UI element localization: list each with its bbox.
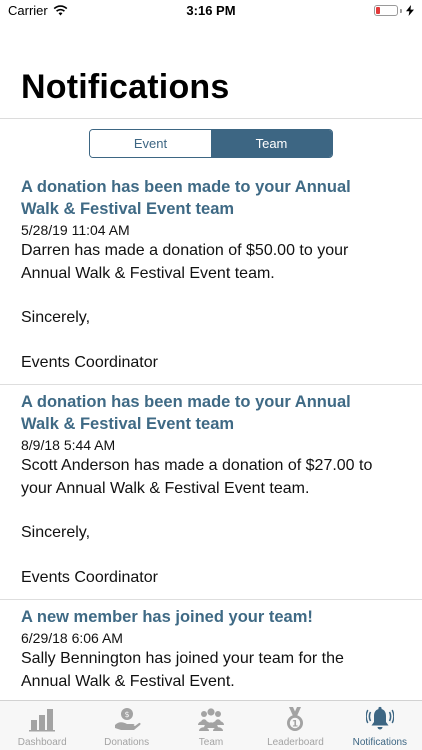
battery-icon [374, 5, 398, 16]
tab-leaderboard[interactable]: 1 Leaderboard [253, 701, 337, 750]
tab-notifications[interactable]: Notifications [338, 701, 422, 750]
medal-icon: 1 [287, 707, 304, 731]
status-time: 3:16 PM [186, 3, 236, 18]
tab-label: Team [198, 737, 224, 748]
notification-title: A donation has been made to your Annual … [21, 178, 351, 218]
notification-item[interactable]: A new member has joined your team! 6/29/… [0, 600, 422, 700]
notification-signature: Events Coordinator [21, 353, 158, 371]
tab-label: Notifications [352, 737, 408, 748]
charging-bolt-icon [406, 5, 414, 16]
tab-bar: Dashboard $ Donations Team 1 Leaderboard… [0, 700, 422, 750]
bar-chart-icon [29, 709, 56, 732]
notification-item[interactable]: A donation has been made to your Annual … [0, 385, 422, 600]
header-divider [0, 118, 422, 119]
battery-level [376, 7, 380, 14]
tab-dashboard[interactable]: Dashboard [0, 701, 84, 750]
notification-item[interactable]: A donation has been made to your Annual … [0, 170, 422, 385]
svg-text:1: 1 [292, 720, 298, 730]
tab-label: Leaderboard [267, 737, 324, 748]
segment-event[interactable]: Event [90, 130, 211, 157]
status-bar: Carrier 3:16 PM [0, 0, 422, 22]
notification-body: Scott Anderson has made a donation of $2… [21, 457, 373, 497]
donation-hand-icon: $ [114, 708, 141, 730]
tab-label: Donations [104, 737, 150, 748]
notification-date: 6/29/18 6:06 AM [21, 630, 123, 646]
notification-closing: Sincerely, [21, 524, 91, 541]
notification-signature: Events Coordinator [21, 568, 158, 586]
notification-date: 5/28/19 11:04 AM [21, 222, 130, 238]
team-people-icon [198, 708, 225, 731]
notification-title: A new member has joined your team! [21, 608, 313, 626]
notification-closing: Sincerely, [21, 309, 91, 326]
bell-icon [365, 706, 394, 730]
event-team-segmented-control: Event Team [89, 129, 333, 158]
notifications-list[interactable]: A donation has been made to your Annual … [0, 170, 422, 700]
tab-donations[interactable]: $ Donations [84, 701, 168, 750]
notification-date: 8/9/18 5:44 AM [21, 437, 116, 453]
page-title: Notifications [21, 68, 230, 106]
notification-body: Darren has made a donation of $50.00 to … [21, 242, 349, 282]
tab-team[interactable]: Team [169, 701, 253, 750]
notification-body: Sally Bennington has joined your team fo… [21, 650, 344, 690]
svg-text:$: $ [124, 710, 129, 719]
battery-indicator [374, 5, 414, 16]
tab-label: Dashboard [17, 737, 67, 748]
segment-team[interactable]: Team [211, 130, 332, 157]
battery-tip [400, 8, 402, 13]
notifications-screen: Carrier 3:16 PM Notifications Event Team [0, 0, 422, 750]
notification-title: A donation has been made to your Annual … [21, 393, 351, 433]
